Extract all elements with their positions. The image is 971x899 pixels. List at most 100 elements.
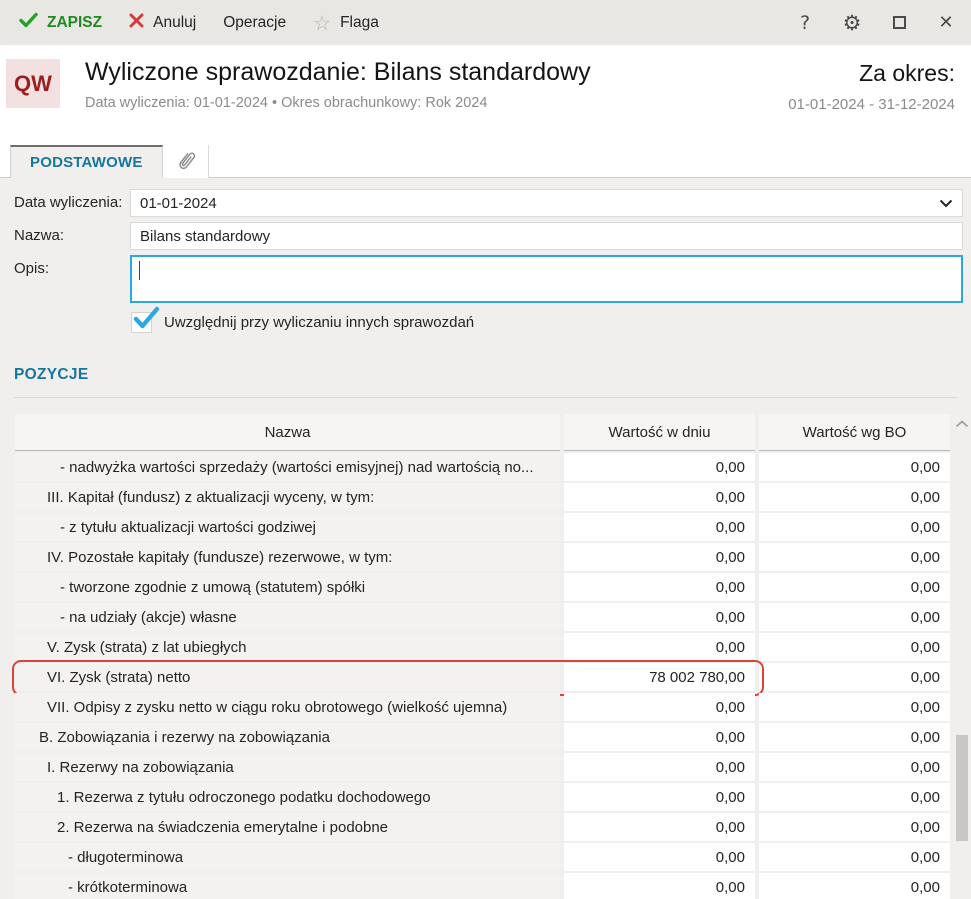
positions-table: Nazwa Wartość w dniu Wartość wg BO - nad… [12,414,950,899]
chevron-down-icon [939,195,953,212]
table-row[interactable]: - na udziały (akcje) własne 0,00 0,00 [15,603,950,631]
save-button[interactable]: ZAPISZ [10,6,111,39]
column-header-wartosc-wg-bo[interactable]: Wartość wg BO [759,414,950,451]
row-value-bo-cell: 0,00 [759,843,950,871]
operations-button-label: Operacje [223,13,287,31]
table-row[interactable]: 2. Rezerwa na świadczenia emerytalne i p… [15,813,950,841]
check-icon [19,12,38,33]
period-range: 01-01-2024 - 31-12-2024 [788,96,955,113]
row-name-cell: VII. Odpisy z zysku netto w ciągu roku o… [15,693,560,721]
tab-bar: PODSTAWOWE [0,140,971,178]
save-button-label: ZAPISZ [47,13,103,31]
row-value-bo-cell: 0,00 [759,753,950,781]
scroll-up-icon[interactable] [954,410,970,438]
row-name-cell: - krótkoterminowa [15,873,560,899]
row-name-cell: 2. Rezerwa na świadczenia emerytalne i p… [15,813,560,841]
desc-field-label: Opis: [14,260,50,277]
row-name-cell: - nadwyżka wartości sprzedaży (wartości … [15,453,560,481]
row-value-day-cell: 0,00 [564,603,755,631]
name-input-value: Bilans standardowy [140,227,271,245]
help-icon[interactable]: ? [794,12,816,34]
app-window: ZAPISZ Anuluj Operacje ☆ Flaga ? ⚙ ✕ QW … [0,0,971,899]
page-subtitle: Data wyliczenia: 01-01-2024 • Okres obra… [85,95,488,111]
name-input[interactable]: Bilans standardowy [130,222,963,250]
table-row[interactable]: - tworzone zgodnie z umową (statutem) sp… [15,573,950,601]
row-value-day-cell: 0,00 [564,573,755,601]
row-value-bo-cell: 0,00 [759,483,950,511]
row-value-bo-cell: 0,00 [759,873,950,899]
row-name-cell: V. Zysk (strata) z lat ubiegłych [15,633,560,661]
include-checkbox-row: Uwzględnij przy wyliczaniu innych sprawo… [131,306,971,333]
row-name-cell: 1. Rezerwa z tytułu odroczonego podatku … [15,783,560,811]
row-value-bo-cell: 0,00 [759,603,950,631]
row-name-cell: - z tytułu aktualizacji wartości godziwe… [15,513,560,541]
cancel-button-label: Anuluj [153,13,197,31]
text-cursor [139,261,140,280]
column-header-nazwa[interactable]: Nazwa [15,414,560,451]
row-name-cell: B. Zobowiązania i rezerwy na zobowiązani… [15,723,560,751]
row-value-bo-cell: 0,00 [759,543,950,571]
table-row[interactable]: - długoterminowa 0,00 0,00 [15,843,950,871]
row-value-day-cell: 0,00 [564,693,755,721]
table-row[interactable]: VII. Odpisy z zysku netto w ciągu roku o… [15,693,950,721]
maximize-icon[interactable] [888,12,910,34]
tab-podstawowe[interactable]: PODSTAWOWE [10,145,163,178]
x-icon [129,13,144,33]
row-value-bo-cell: 0,00 [759,783,950,811]
table-row[interactable]: - krótkoterminowa 0,00 0,00 [15,873,950,899]
row-value-bo-cell: 0,00 [759,633,950,661]
table-row[interactable]: I. Rezerwy na zobowiązania 0,00 0,00 [15,753,950,781]
row-value-day-cell: 78 002 780,00 [564,663,755,691]
row-value-day-cell: 0,00 [564,513,755,541]
record-badge: QW [6,59,60,108]
row-value-bo-cell: 0,00 [759,813,950,841]
page-title: Wyliczone sprawozdanie: Bilans standardo… [85,58,591,86]
row-value-day-cell: 0,00 [564,453,755,481]
star-icon: ☆ [313,10,332,35]
row-value-day-cell: 0,00 [564,873,755,899]
section-divider [14,397,957,398]
calc-date-select[interactable]: 01-01-2024 [130,189,963,217]
table-row[interactable]: 1. Rezerwa z tytułu odroczonego podatku … [15,783,950,811]
table-row[interactable]: IV. Pozostałe kapitały (fundusze) rezerw… [15,543,950,571]
table-header: Nazwa Wartość w dniu Wartość wg BO [15,414,950,451]
vertical-scrollbar[interactable] [954,410,970,899]
paperclip-icon [171,146,199,177]
row-value-day-cell: 0,00 [564,543,755,571]
row-name-cell: - tworzone zgodnie z umową (statutem) sp… [15,573,560,601]
scrollbar-thumb[interactable] [956,735,968,841]
row-value-bo-cell: 0,00 [759,723,950,751]
row-value-day-cell: 0,00 [564,843,755,871]
row-name-cell: IV. Pozostałe kapitały (fundusze) rezerw… [15,543,560,571]
cancel-button[interactable]: Anuluj [120,7,205,39]
window-controls: ? ⚙ ✕ [794,11,957,35]
row-name-cell: - na udziały (akcje) własne [15,603,560,631]
row-value-day-cell: 0,00 [564,483,755,511]
row-name-cell: III. Kapitał (fundusz) z aktualizacji wy… [15,483,560,511]
table-row[interactable]: - z tytułu aktualizacji wartości godziwe… [15,513,950,541]
row-value-day-cell: 0,00 [564,813,755,841]
gear-icon[interactable]: ⚙ [841,11,863,35]
flag-button-label: Flaga [340,13,379,31]
row-value-day-cell: 0,00 [564,753,755,781]
date-field-label: Data wyliczenia: [14,194,123,211]
include-checkbox-label: Uwzględnij przy wyliczaniu innych sprawo… [164,314,475,331]
flag-button[interactable]: ☆ Flaga [304,5,388,41]
table-row[interactable]: VI. Zysk (strata) netto 78 002 780,00 0,… [12,660,950,696]
table-row[interactable]: B. Zobowiązania i rezerwy na zobowiązani… [15,723,950,751]
column-header-wartosc-w-dniu[interactable]: Wartość w dniu [564,414,755,451]
name-field-label: Nazwa: [14,227,65,244]
table-row[interactable]: V. Zysk (strata) z lat ubiegłych 0,00 0,… [15,633,950,661]
toolbar: ZAPISZ Anuluj Operacje ☆ Flaga ? ⚙ ✕ [0,0,971,45]
close-icon[interactable]: ✕ [935,12,957,34]
row-value-day-cell: 0,00 [564,633,755,661]
include-checkbox[interactable] [131,306,160,333]
operations-button[interactable]: Operacje [214,8,295,38]
description-textarea[interactable] [130,255,963,303]
calc-date-value: 01-01-2024 [140,194,217,212]
table-row[interactable]: - nadwyżka wartości sprzedaży (wartości … [15,453,950,481]
record-header: QW Wyliczone sprawozdanie: Bilans standa… [0,45,971,140]
table-row[interactable]: III. Kapitał (fundusz) z aktualizacji wy… [15,483,950,511]
tab-attachments[interactable] [162,145,209,178]
period-title: Za okres: [859,60,955,86]
